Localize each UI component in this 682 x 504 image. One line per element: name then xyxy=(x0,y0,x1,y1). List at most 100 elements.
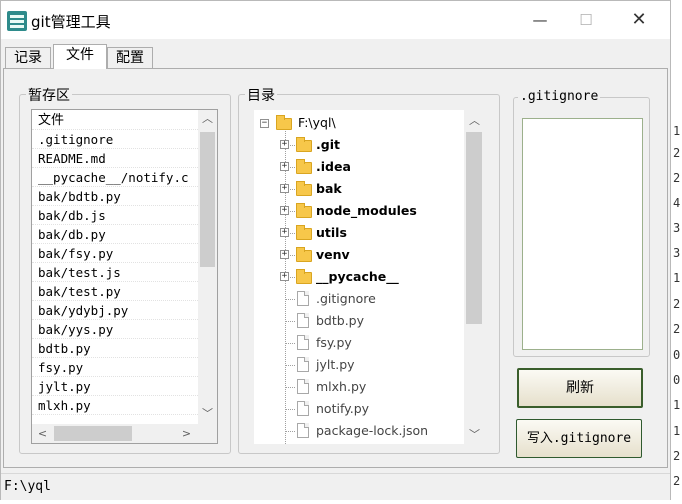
tree-folder-utils[interactable]: + utils xyxy=(254,222,464,244)
staging-vscrollbar[interactable]: ︿ ﹀ xyxy=(198,110,217,424)
background-digit: 4 xyxy=(673,196,681,210)
tree-file-item[interactable]: fsy.py xyxy=(254,332,464,354)
folder-icon xyxy=(296,181,312,196)
expand-icon[interactable]: + xyxy=(280,184,289,193)
staging-list-item[interactable]: fsy.py xyxy=(32,358,198,377)
file-icon xyxy=(297,291,309,306)
gitignore-editor[interactable] xyxy=(522,118,643,350)
tree-vscroll-thumb[interactable] xyxy=(466,132,482,324)
tab-files[interactable]: 文件 xyxy=(53,44,107,69)
scroll-left-arrow-icon[interactable]: < xyxy=(34,425,51,442)
staging-hscrollbar[interactable]: < > xyxy=(32,424,198,443)
staging-list-item[interactable]: bak/bdtb.py xyxy=(32,187,198,206)
tree-guide-branch xyxy=(285,409,295,410)
folder-icon xyxy=(296,225,312,240)
status-bar: F:\yql xyxy=(1,473,670,500)
staging-list-item[interactable]: __pycache__/notify.c xyxy=(32,168,198,187)
staging-list-item[interactable]: mlxh.py xyxy=(32,396,198,415)
background-digit: 2 xyxy=(673,474,681,488)
tree-folder-bak[interactable]: + bak xyxy=(254,178,464,200)
tree-folder-git[interactable]: + .git xyxy=(254,134,464,156)
tree-folder-nodemodules[interactable]: + node_modules xyxy=(254,200,464,222)
staging-hscroll-thumb[interactable] xyxy=(54,426,132,441)
background-digit: 2 xyxy=(673,449,681,463)
tree-file-item[interactable]: jylt.py xyxy=(254,354,464,376)
expand-icon[interactable]: + xyxy=(280,140,289,149)
background-digit: 2 xyxy=(673,171,681,185)
tree-folder-label: venv xyxy=(316,247,350,262)
scroll-down-arrow-icon[interactable]: ﹀ xyxy=(199,405,216,422)
app-icon xyxy=(7,11,27,31)
tree-file-item[interactable]: notify.py xyxy=(254,398,464,420)
tree-folder-label: node_modules xyxy=(316,203,417,218)
tree-file-item[interactable]: package-lock.json xyxy=(254,420,464,442)
status-path: F:\yql xyxy=(4,479,51,494)
file-icon xyxy=(297,379,309,394)
tree-file-label: .gitignore xyxy=(316,291,376,306)
staging-list: 文件 .gitignore README.md __pycache__/notify.… xyxy=(32,111,198,415)
tree-file-label: package-lock.json xyxy=(316,423,429,438)
expand-icon[interactable]: + xyxy=(280,206,289,215)
collapse-icon[interactable]: − xyxy=(260,119,269,128)
tree-folder-idea[interactable]: + .idea xyxy=(254,156,464,178)
staging-header-row[interactable]: 文件 xyxy=(32,111,198,130)
expand-icon[interactable]: + xyxy=(280,250,289,259)
tree-file-item[interactable]: .gitignore xyxy=(254,288,464,310)
scroll-corner xyxy=(198,424,217,443)
background-digit: 0 xyxy=(673,348,681,362)
folder-icon xyxy=(296,159,312,174)
staging-list-item[interactable]: bak/ydybj.py xyxy=(32,301,198,320)
tree-file-item[interactable]: bdtb.py xyxy=(254,310,464,332)
staging-list-item[interactable]: bak/test.py xyxy=(32,282,198,301)
staging-list-item[interactable]: .gitignore xyxy=(32,130,198,149)
write-gitignore-button[interactable]: 写入.gitignore xyxy=(516,419,642,458)
expand-icon[interactable]: + xyxy=(280,162,289,171)
staging-list-item[interactable]: jylt.py xyxy=(32,377,198,396)
staging-listbox[interactable]: 文件 .gitignore README.md __pycache__/notify.… xyxy=(31,109,218,444)
staging-list-item[interactable]: README.md xyxy=(32,149,198,168)
tab-records[interactable]: 记录 xyxy=(5,47,51,69)
file-icon xyxy=(297,357,309,372)
tab-config[interactable]: 配置 xyxy=(107,47,153,69)
minimize-button[interactable]: — xyxy=(517,1,563,39)
tree-file-label: mlxh.py xyxy=(316,379,367,394)
tree-scroll-up-icon[interactable]: ︿ xyxy=(466,112,483,129)
background-digit: 1 xyxy=(673,124,681,138)
file-icon xyxy=(297,335,309,350)
staging-vscroll-thumb[interactable] xyxy=(200,132,215,267)
expand-icon[interactable]: + xyxy=(280,272,289,281)
staging-list-item[interactable]: bak/db.js xyxy=(32,206,198,225)
staging-list-item[interactable]: bdtb.py xyxy=(32,339,198,358)
staging-list-item[interactable]: bak/db.py xyxy=(32,225,198,244)
tree-guide-branch xyxy=(285,365,295,366)
window-title: git管理工具 xyxy=(31,13,111,31)
staging-list-item[interactable]: bak/fsy.py xyxy=(32,244,198,263)
background-digit: 3 xyxy=(673,221,681,235)
file-icon xyxy=(297,423,309,438)
file-icon xyxy=(297,401,309,416)
tree-root-row[interactable]: − F:\yql\ xyxy=(254,112,464,134)
directory-tree[interactable]: − F:\yql\ + .git + .idea + bak + node_modules + uti… xyxy=(253,109,485,445)
folder-icon xyxy=(296,269,312,284)
tree-guide-branch xyxy=(285,321,295,322)
expand-icon[interactable]: + xyxy=(280,228,289,237)
folder-open-icon xyxy=(276,115,292,130)
close-button[interactable]: ✕ xyxy=(616,1,662,39)
tree-scroll-down-icon[interactable]: ﹀ xyxy=(466,426,483,443)
tree-file-item[interactable]: mlxh.py xyxy=(254,376,464,398)
refresh-button[interactable]: 刷新 xyxy=(517,368,643,408)
scroll-up-arrow-icon[interactable]: ︿ xyxy=(199,110,216,127)
staging-list-item[interactable]: bak/test.js xyxy=(32,263,198,282)
scroll-right-arrow-icon[interactable]: > xyxy=(178,425,195,442)
tree-folder-venv[interactable]: + venv xyxy=(254,244,464,266)
folder-icon xyxy=(296,203,312,218)
maximize-button[interactable]: ☐ xyxy=(563,1,609,39)
background-digit: 2 xyxy=(673,146,681,160)
background-digit: 2 xyxy=(673,297,681,311)
tree-folder-pycache[interactable]: + __pycache__ xyxy=(254,266,464,288)
tree-folder-label: utils xyxy=(316,225,347,240)
tree-vscrollbar[interactable]: ︿ ﹀ xyxy=(464,110,484,444)
app-window: git管理工具 — ☐ ✕ 记录 文件 配置 暂存区 文件 .gitignore R… xyxy=(0,0,671,500)
tree-folder-label: .idea xyxy=(316,159,351,174)
staging-list-item[interactable]: bak/yys.py xyxy=(32,320,198,339)
